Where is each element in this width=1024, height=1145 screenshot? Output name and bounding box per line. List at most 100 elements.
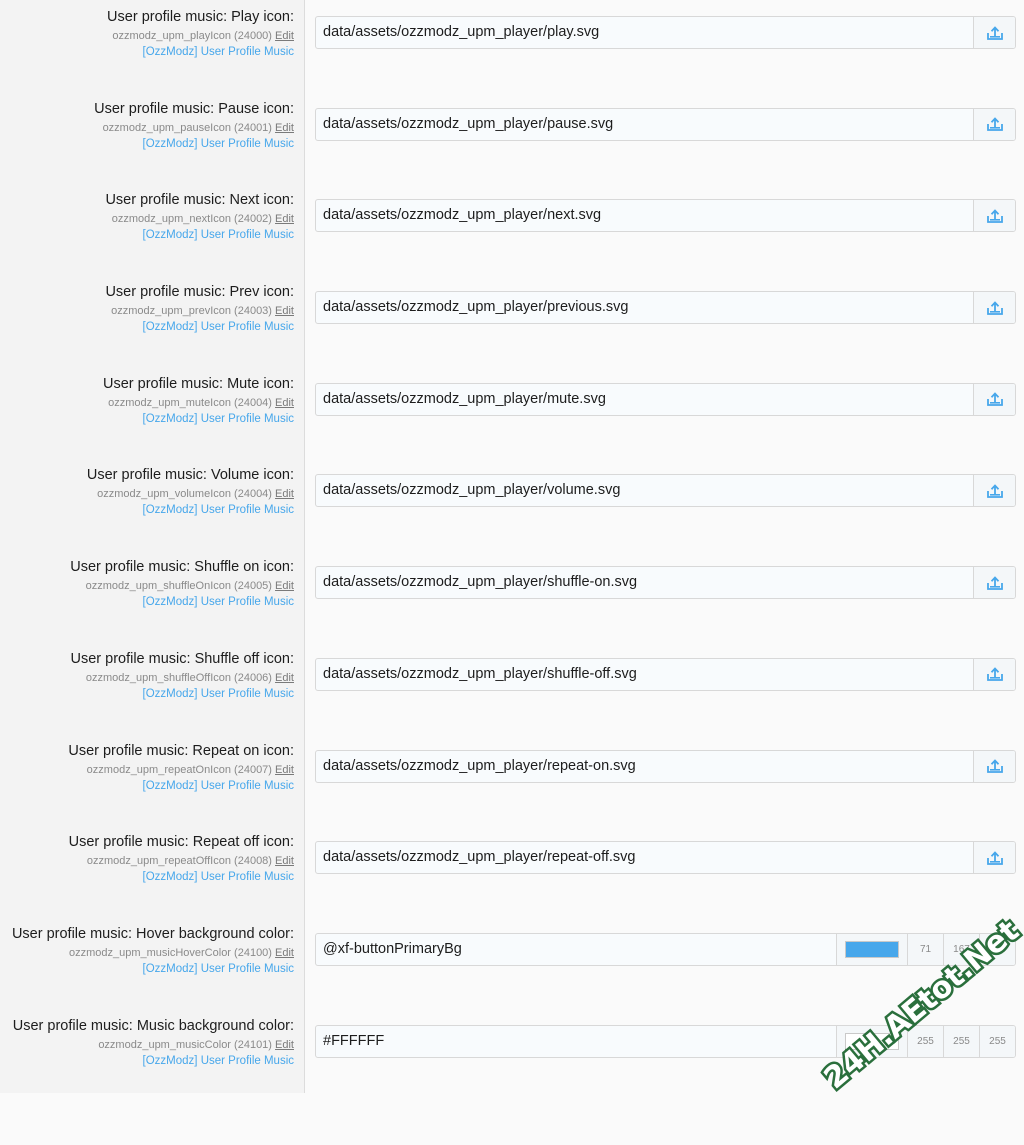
option-row: User profile music: Play icon: ozzmodz_u… <box>0 0 1024 92</box>
shuffle-on-icon-path-field: data/assets/ozzmodz_upm_player/shuffle-o… <box>315 566 1016 600</box>
next-icon-path-field: data/assets/ozzmodz_upm_player/next.svg <box>315 199 1016 233</box>
option-order: (24004) <box>234 488 272 501</box>
option-title: User profile music: Hover background col… <box>11 925 294 942</box>
color-swatch <box>845 940 899 958</box>
option-id: ozzmodz_upm_pauseIcon <box>102 121 231 134</box>
option-edit-link[interactable]: Edit <box>275 580 294 592</box>
option-edit-link[interactable]: Edit <box>275 305 294 317</box>
color-picker-button[interactable] <box>836 1025 907 1057</box>
option-meta: ozzmodz_upm_musicHoverColor (24100) Edit <box>0 945 294 961</box>
color-value-input[interactable]: @xf-buttonPrimaryBg <box>316 934 836 965</box>
option-id: ozzmodz_upm_repeatOnIcon <box>86 763 231 776</box>
option-meta: ozzmodz_upm_musicColor (24101) Edit <box>0 1037 294 1053</box>
addon-link[interactable]: [OzzModz] User Profile Music <box>0 961 294 977</box>
option-order: (24002) <box>234 213 272 226</box>
upload-button[interactable] <box>973 658 1015 690</box>
icon-path-input[interactable]: data/assets/ozzmodz_upm_player/repeat-on… <box>316 751 973 782</box>
option-order: (24100) <box>234 946 272 959</box>
option-order: (24000) <box>234 30 272 42</box>
addon-link[interactable]: [OzzModz] User Profile Music <box>0 319 294 335</box>
option-label-block: User profile music: Hover background col… <box>0 925 294 977</box>
option-id: ozzmodz_upm_musicHoverColor <box>68 946 231 959</box>
upload-button[interactable] <box>973 108 1015 140</box>
option-title: User profile music: Prev icon: <box>105 284 294 301</box>
addon-link[interactable]: [OzzModz] User Profile Music <box>0 686 294 702</box>
option-label-block: User profile music: Repeat off icon: ozz… <box>0 833 294 885</box>
upload-button[interactable] <box>973 17 1015 48</box>
upload-button[interactable] <box>973 842 1015 874</box>
option-label-block: User profile music: Shuffle on icon: ozz… <box>0 558 294 610</box>
color-value-input[interactable]: #FFFFFF <box>316 1026 836 1057</box>
option-title: User profile music: Pause icon: <box>94 100 294 117</box>
upload-icon <box>986 575 1003 590</box>
option-edit-link[interactable]: Edit <box>275 488 294 500</box>
option-id: ozzmodz_upm_nextIcon <box>111 213 231 226</box>
rgb-blue-value: 235 <box>979 933 1015 965</box>
hover-color-field: @xf-buttonPrimaryBg 71 167 235 <box>315 932 1016 966</box>
upload-icon <box>986 300 1003 315</box>
option-label-block: User profile music: Next icon: ozzmodz_u… <box>0 191 294 243</box>
option-label-block: User profile music: Music background col… <box>0 1017 294 1069</box>
addon-link[interactable]: [OzzModz] User Profile Music <box>0 502 294 518</box>
addon-link[interactable]: [OzzModz] User Profile Music <box>0 1053 294 1069</box>
color-picker-button[interactable] <box>836 933 907 965</box>
option-edit-link[interactable]: Edit <box>275 764 294 776</box>
option-meta: ozzmodz_upm_playIcon (24000) Edit <box>0 28 294 44</box>
upload-icon <box>986 759 1003 773</box>
rgb-red-value: 71 <box>907 933 943 965</box>
upload-icon <box>986 209 1003 223</box>
upload-button[interactable] <box>973 567 1015 599</box>
option-edit-link[interactable]: Edit <box>275 397 294 409</box>
option-order: (24004) <box>234 396 272 409</box>
option-meta: ozzmodz_upm_shuffleOnIcon (24005) Edit <box>0 578 294 594</box>
option-edit-link[interactable]: Edit <box>275 213 294 225</box>
option-id: ozzmodz_upm_musicColor <box>98 1038 231 1051</box>
option-edit-link[interactable]: Edit <box>275 672 294 684</box>
option-meta: ozzmodz_upm_volumeIcon (24004) Edit <box>0 486 294 502</box>
rgb-green-value: 167 <box>943 933 979 965</box>
option-row: User profile music: Hover background col… <box>0 917 1024 1009</box>
option-order: (24001) <box>234 121 272 134</box>
option-title: User profile music: Shuffle off icon: <box>70 650 294 667</box>
icon-path-input[interactable]: data/assets/ozzmodz_upm_player/pause.svg <box>316 109 973 140</box>
option-edit-link[interactable]: Edit <box>275 30 294 42</box>
addon-link[interactable]: [OzzModz] User Profile Music <box>0 411 294 427</box>
option-edit-link[interactable]: Edit <box>275 122 294 134</box>
addon-link[interactable]: [OzzModz] User Profile Music <box>0 136 294 152</box>
upload-icon <box>986 392 1003 407</box>
addon-link[interactable]: [OzzModz] User Profile Music <box>0 44 294 60</box>
icon-path-input[interactable]: data/assets/ozzmodz_upm_player/previous.… <box>316 292 973 323</box>
addon-link[interactable]: [OzzModz] User Profile Music <box>0 869 294 885</box>
option-id: ozzmodz_upm_prevIcon <box>111 305 231 318</box>
option-id: ozzmodz_upm_playIcon <box>112 30 231 42</box>
color-swatch <box>845 1032 899 1050</box>
upload-button[interactable] <box>973 292 1015 324</box>
upload-icon <box>986 117 1003 132</box>
icon-path-input[interactable]: data/assets/ozzmodz_upm_player/next.svg <box>316 200 973 231</box>
icon-path-input[interactable]: data/assets/ozzmodz_upm_player/volume.sv… <box>316 475 973 506</box>
upload-button[interactable] <box>973 383 1015 415</box>
option-edit-link[interactable]: Edit <box>275 855 294 867</box>
icon-path-input[interactable]: data/assets/ozzmodz_upm_player/play.svg <box>316 17 973 48</box>
play-icon-path-field: data/assets/ozzmodz_upm_player/play.svg <box>315 16 1016 49</box>
icon-path-input[interactable]: data/assets/ozzmodz_upm_player/shuffle-o… <box>316 659 973 690</box>
icon-path-input[interactable]: data/assets/ozzmodz_upm_player/mute.svg <box>316 384 973 415</box>
shuffle-off-icon-path-field: data/assets/ozzmodz_upm_player/shuffle-o… <box>315 657 1016 691</box>
upload-button[interactable] <box>973 200 1015 232</box>
addon-link[interactable]: [OzzModz] User Profile Music <box>0 227 294 243</box>
option-meta: ozzmodz_upm_nextIcon (24002) Edit <box>0 211 294 227</box>
upload-button[interactable] <box>973 750 1015 782</box>
icon-path-input[interactable]: data/assets/ozzmodz_upm_player/repeat-of… <box>316 842 973 873</box>
option-label-block: User profile music: Shuffle off icon: oz… <box>0 650 294 702</box>
option-title: User profile music: Next icon: <box>105 192 294 209</box>
addon-link[interactable]: [OzzModz] User Profile Music <box>0 778 294 794</box>
option-edit-link[interactable]: Edit <box>275 1039 294 1051</box>
option-label-block: User profile music: Pause icon: ozzmodz_… <box>0 100 294 152</box>
option-id: ozzmodz_upm_shuffleOffIcon <box>85 671 231 684</box>
addon-link[interactable]: [OzzModz] User Profile Music <box>0 594 294 610</box>
option-row: User profile music: Prev icon: ozzmodz_u… <box>0 275 1024 367</box>
icon-path-input[interactable]: data/assets/ozzmodz_upm_player/shuffle-o… <box>316 567 973 598</box>
option-edit-link[interactable]: Edit <box>275 947 294 959</box>
option-label-block: User profile music: Mute icon: ozzmodz_u… <box>0 375 294 427</box>
upload-button[interactable] <box>973 475 1015 507</box>
